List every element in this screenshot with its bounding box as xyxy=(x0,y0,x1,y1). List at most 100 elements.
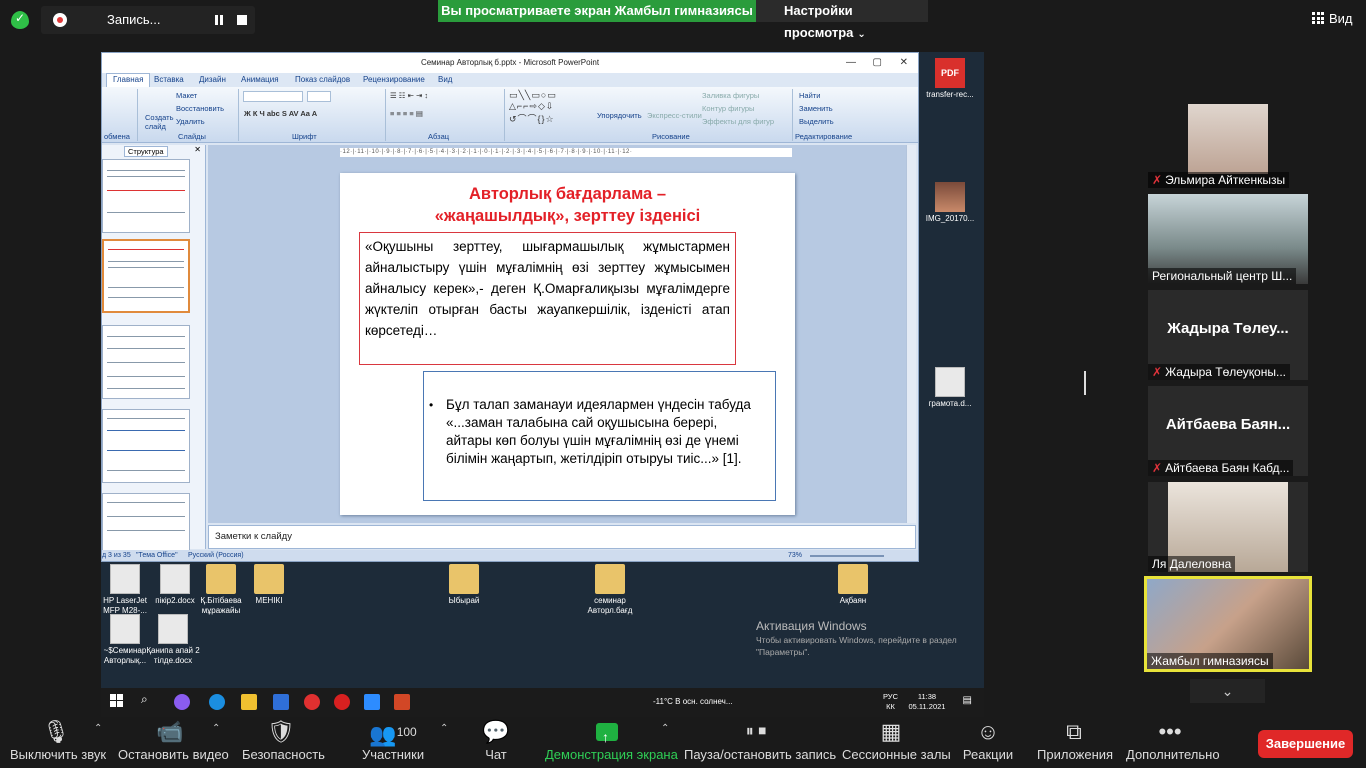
apps-button[interactable]: ⧉ Приложения xyxy=(1037,717,1113,768)
create-slide-button[interactable]: Создать слайд xyxy=(145,113,174,131)
search-icon[interactable]: ⌕ xyxy=(141,692,157,708)
stop-recording-icon[interactable] xyxy=(237,15,247,25)
store-icon[interactable] xyxy=(273,694,289,710)
end-meeting-button[interactable]: Завершение xyxy=(1258,730,1353,758)
desktop-icon-label: HP LaserJet MFP M28-... xyxy=(103,596,147,615)
align-buttons[interactable]: ≡ ≡ ≡ ≡ ▤ xyxy=(390,109,423,118)
participant-tile-active[interactable]: Жамбыл гимназиясы xyxy=(1144,576,1312,672)
shield-icon[interactable] xyxy=(11,11,29,29)
tab-structure[interactable]: Структура xyxy=(124,146,168,157)
weather-widget[interactable]: -11°C В осн. солнеч... xyxy=(653,697,733,706)
zoom-level[interactable]: 73% xyxy=(788,550,802,561)
more-label: Дополнительно xyxy=(1126,747,1220,762)
slide-thumbnail[interactable] xyxy=(102,159,190,233)
slide-thumbnail-selected[interactable] xyxy=(102,239,190,313)
list-buttons[interactable]: ☰ ☷ ⇤ ⇥ ↕ xyxy=(390,91,428,100)
language-indicator[interactable]: Русский (Россия) xyxy=(188,550,244,561)
clock[interactable]: 11:38 05.11.2021 xyxy=(904,692,950,712)
shapes-gallery[interactable]: ▭╲╲▭○▭ △⌐⌐⇨◇⇩ ↺⌒⌒{}☆ xyxy=(509,90,557,125)
tab-insert[interactable]: Вставка xyxy=(154,75,184,84)
tab-design[interactable]: Дизайн xyxy=(199,75,226,84)
windows-start-icon[interactable] xyxy=(110,694,126,710)
powerpoint-icon[interactable] xyxy=(394,694,410,710)
maximize-icon[interactable]: ▢ xyxy=(873,53,882,73)
arrange-button[interactable]: Упорядочить xyxy=(597,111,642,120)
chevron-up-icon[interactable]: ⌃ xyxy=(94,723,102,734)
participant-tile[interactable]: Жадыра Төлеу... ✗ Жадыра Төлеуқоны... xyxy=(1148,290,1308,380)
tab-view[interactable]: Вид xyxy=(438,75,452,84)
find-button[interactable]: Найти xyxy=(799,91,820,100)
slide-bullet-box[interactable]: • Бұл талап заманауи идеялармен үндесін … xyxy=(423,371,776,501)
participant-tile[interactable]: Региональный центр Ш... xyxy=(1148,194,1308,284)
slide-quote-box[interactable]: «Оқушыны зерттеу, шығармашылық жұмыстарм… xyxy=(359,232,736,365)
scroll-down-button[interactable]: ⌄ xyxy=(1190,679,1265,703)
file-explorer-icon[interactable] xyxy=(241,694,257,710)
video-button[interactable]: 📹 Остановить видео ⌃ xyxy=(118,717,229,768)
more-button[interactable]: ••• Дополнительно xyxy=(1126,717,1220,768)
participant-tile[interactable]: Айтбаева Баян... ✗ Айтбаева Баян Кабд... xyxy=(1148,386,1308,476)
bold-button[interactable]: Ж К Ч abc S AV Aa A xyxy=(244,109,317,118)
shape-outline-button[interactable]: Контур фигуры xyxy=(702,104,754,113)
select-button[interactable]: Выделить xyxy=(799,117,834,126)
close-icon[interactable]: ✕ xyxy=(900,53,908,73)
font-family-select[interactable] xyxy=(243,91,303,102)
opera-icon[interactable] xyxy=(334,694,350,710)
desktop-icon-folder[interactable]: семинар Авторл.бағд xyxy=(580,564,640,616)
zoom-icon[interactable] xyxy=(364,694,380,710)
reactions-button[interactable]: ☺ Реакции xyxy=(962,717,1014,768)
record-controls[interactable]: ⏸ ⏹ Пауза/остановить запись xyxy=(684,717,836,768)
notes-field[interactable]: Заметки к слайду xyxy=(208,525,916,549)
tab-slideshow[interactable]: Показ слайдов xyxy=(295,75,350,84)
reset-button[interactable]: Восстановить xyxy=(176,104,224,113)
yandex-icon[interactable] xyxy=(304,694,320,710)
share-screen-button[interactable]: Демонстрация экрана ⌃ xyxy=(545,717,678,768)
slide-thumbnail[interactable] xyxy=(102,409,190,483)
desktop-icon-doc[interactable]: грамота.d... xyxy=(920,367,980,409)
chevron-up-icon[interactable]: ⌃ xyxy=(661,723,669,734)
clock-date: 05.11.2021 xyxy=(908,702,946,711)
security-button[interactable]: 🛡 Безопасность xyxy=(242,717,325,768)
desktop-icon-folder[interactable]: Ыбырай xyxy=(434,564,494,606)
current-slide[interactable]: Авторлық бағдарлама – «жаңашылдық», зерт… xyxy=(340,173,795,515)
participants-button[interactable]: 👥100 Участники ⌃ xyxy=(362,717,448,768)
chat-button[interactable]: 💬 Чат xyxy=(478,717,514,768)
participant-tile[interactable]: ✗ Эльмира Айткенкызы xyxy=(1148,98,1308,188)
mute-button[interactable]: 🎙 Выключить звук ⌃ xyxy=(10,717,106,768)
cortana-icon[interactable] xyxy=(174,694,190,710)
slide-thumbnail[interactable] xyxy=(102,325,190,399)
font-size-select[interactable] xyxy=(307,91,331,102)
pause-recording-icon[interactable] xyxy=(211,12,227,28)
layout-button[interactable]: Макет xyxy=(176,91,197,100)
view-button[interactable]: Вид xyxy=(1312,11,1353,26)
participant-tile[interactable]: Ля Далеловна xyxy=(1148,482,1308,572)
tab-home[interactable]: Главная xyxy=(106,73,151,87)
tab-animation[interactable]: Анимация xyxy=(241,75,279,84)
desktop-icon-doc[interactable]: Қанипа апай 2 тілде.docx xyxy=(143,614,203,666)
desktop-icon-folder[interactable]: МЕНІКІ xyxy=(239,564,299,606)
shape-effects-button[interactable]: Эффекты для фигур xyxy=(702,117,774,126)
desktop-icon-folder[interactable]: Ақбаян xyxy=(823,564,883,606)
minimize-icon[interactable]: — xyxy=(846,53,856,73)
chevron-up-icon[interactable]: ⌃ xyxy=(212,723,220,734)
desktop-icon-photo[interactable]: IMG_20170... xyxy=(920,182,980,224)
slide-vertical-scrollbar[interactable] xyxy=(906,145,916,523)
pane-tabs: Структура ✕ xyxy=(102,145,205,157)
lang-indicator[interactable]: РУС КК xyxy=(883,692,898,712)
view-options-button[interactable]: Настройки просмотра ⌄ xyxy=(756,0,928,40)
breakout-rooms-button[interactable]: ▦ Сессионные залы xyxy=(842,717,951,768)
zoom-slider[interactable] xyxy=(810,555,884,557)
desktop-icon-pdf[interactable]: PDF transfer-rec... xyxy=(920,58,980,100)
notification-icon[interactable]: ▤ xyxy=(963,696,972,706)
quick-styles-button[interactable]: Экспресс-стили xyxy=(647,111,702,120)
delete-button[interactable]: Удалить xyxy=(176,117,205,126)
desktop-icon-label: transfer-rec... xyxy=(926,90,974,99)
panel-divider[interactable] xyxy=(1084,371,1086,395)
tab-review[interactable]: Рецензирование xyxy=(363,75,425,84)
replace-button[interactable]: Заменить xyxy=(799,104,833,113)
close-pane-icon[interactable]: ✕ xyxy=(194,145,201,154)
edge-icon[interactable] xyxy=(209,694,225,710)
chevron-up-icon[interactable]: ⌃ xyxy=(440,723,448,734)
shape-fill-button[interactable]: Заливка фигуры xyxy=(702,91,759,100)
slide-title[interactable]: Авторлық бағдарлама – «жаңашылдық», зерт… xyxy=(380,183,755,227)
lang-label-2: КК xyxy=(886,702,895,711)
